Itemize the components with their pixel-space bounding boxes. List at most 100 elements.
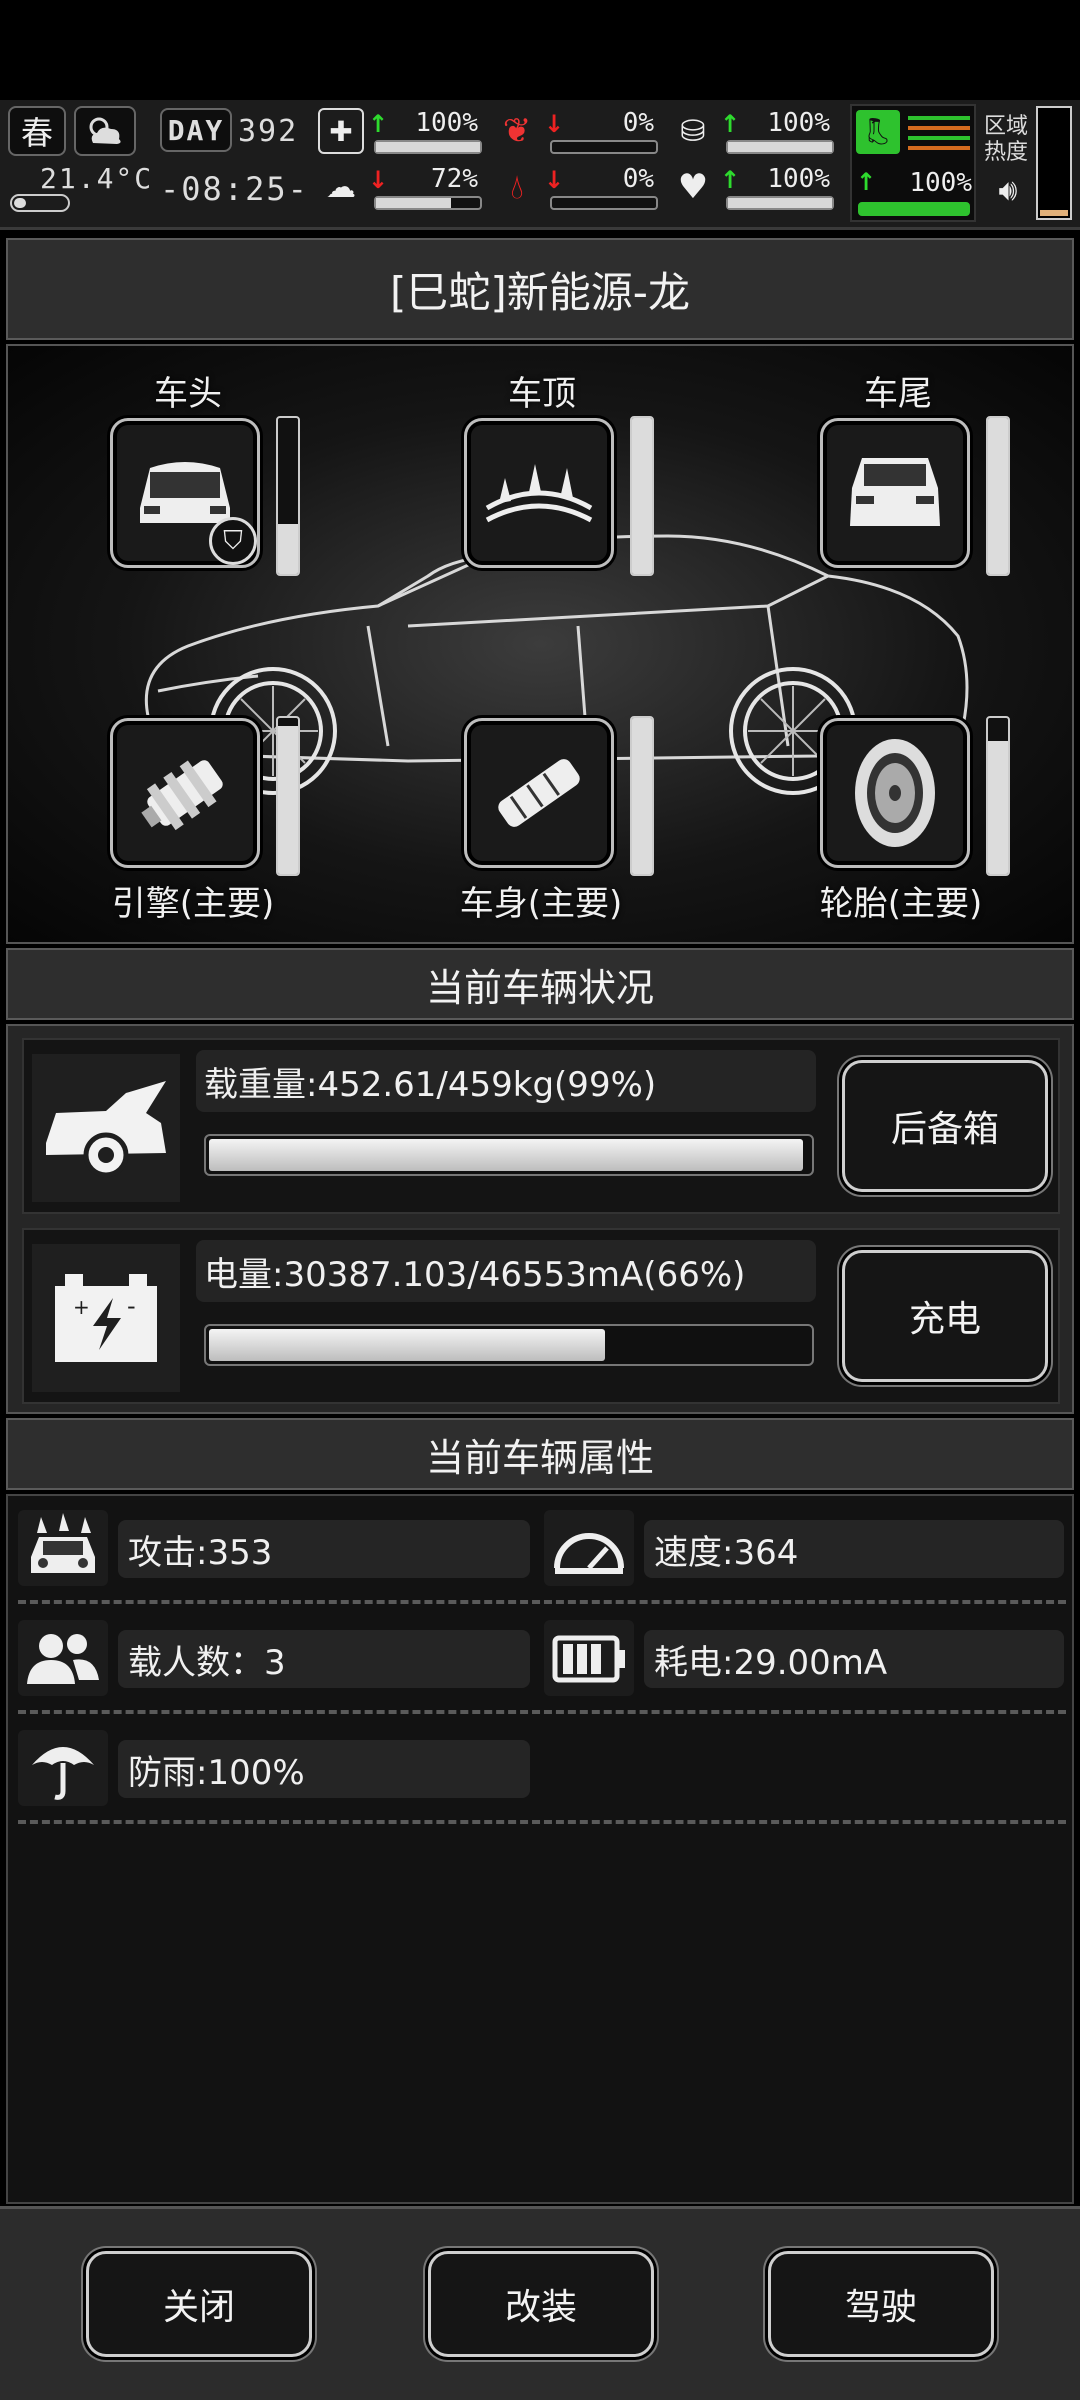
health-stat: ✚ ↑ 100% bbox=[318, 108, 488, 160]
vehicle-title: [巳蛇]新能源-龙 bbox=[390, 267, 690, 317]
divider bbox=[18, 1600, 1066, 1604]
bleeding-value: 0% bbox=[622, 164, 654, 194]
engine-icon bbox=[141, 760, 223, 831]
hunger-stat: ❦ ↓ 0% bbox=[494, 108, 664, 160]
day-counter: 392 bbox=[238, 114, 299, 149]
durability-tail bbox=[986, 416, 1010, 576]
bleeding-bar bbox=[550, 196, 658, 210]
trend-up-icon: ↑ bbox=[368, 110, 389, 138]
trend-down-icon: ↓ bbox=[544, 110, 565, 138]
attack-car-icon bbox=[18, 1510, 108, 1586]
attributes-panel: 攻击:353 速度:364 载人数：3 耗电:29.00mA 防雨:100% bbox=[6, 1494, 1074, 2204]
slot-label-tail: 车尾 bbox=[864, 374, 932, 414]
trend-down-icon: ↓ bbox=[544, 166, 565, 194]
slot-label-head: 车头 bbox=[154, 374, 222, 414]
car-rear-icon bbox=[850, 458, 940, 526]
load-row: 载重量:452.61/459kg(99%) 后备箱 bbox=[22, 1038, 1060, 1214]
car-trunk-icon bbox=[32, 1054, 180, 1202]
slot-label-engine: 引擎(主要) bbox=[111, 884, 275, 924]
roof-spikes-icon bbox=[485, 464, 593, 523]
slot-head[interactable]: ⛉ bbox=[110, 418, 260, 568]
mood-value: 100% bbox=[767, 164, 830, 194]
charge-button[interactable]: 充电 bbox=[842, 1250, 1048, 1382]
attributes-header: 当前车辆属性 bbox=[6, 1418, 1074, 1490]
slot-body[interactable] bbox=[464, 718, 614, 868]
sanity-bar bbox=[374, 196, 482, 210]
modify-button[interactable]: 改装 bbox=[428, 2251, 654, 2357]
status-header: 当前车辆状况 bbox=[6, 948, 1074, 1020]
mood-stat: ♥ ↑ 100% bbox=[670, 164, 840, 216]
health-bar bbox=[374, 140, 482, 154]
vehicle-panel: 车头 车顶 车尾 ⛉ 引擎(主要) 车身(主要) 轮胎(主要) bbox=[6, 344, 1074, 944]
speed-value: 速度:364 bbox=[644, 1520, 1064, 1578]
clock-readout: -08:25- bbox=[160, 170, 309, 208]
battery-icon: + - bbox=[32, 1244, 180, 1392]
passengers-icon bbox=[18, 1620, 108, 1696]
trend-up-icon: ↑ bbox=[720, 166, 741, 194]
temperature-readout: 21.4°C bbox=[40, 162, 154, 195]
slot-tire[interactable] bbox=[820, 718, 970, 868]
heart-icon: ♥ bbox=[677, 167, 709, 207]
mood-bar bbox=[726, 196, 834, 210]
body-armor-icon bbox=[498, 759, 580, 827]
slot-label-body: 车身(主要) bbox=[459, 884, 623, 924]
brain-icon: ☁ bbox=[326, 169, 356, 205]
blood-drop-icon: 💧︎ bbox=[510, 167, 524, 207]
passengers-value: 载人数：3 bbox=[118, 1630, 530, 1688]
sanity-stat: ☁ ↓ 72% bbox=[318, 164, 488, 216]
status-header-label: 当前车辆状况 bbox=[425, 965, 654, 1010]
health-value: 100% bbox=[415, 108, 478, 138]
power-progress bbox=[204, 1324, 814, 1366]
durability-body bbox=[630, 716, 654, 876]
stamina-stripes bbox=[908, 116, 970, 150]
load-progress bbox=[204, 1134, 814, 1176]
drive-button[interactable]: 驾驶 bbox=[768, 2251, 994, 2357]
water-bar bbox=[726, 140, 834, 154]
region-heat-gauge bbox=[1036, 106, 1072, 220]
divider bbox=[18, 1710, 1066, 1714]
consumption-value: 耗电:29.00mA bbox=[644, 1630, 1064, 1688]
rainproof-value: 防雨:100% bbox=[118, 1740, 530, 1798]
slot-label-roof: 车顶 bbox=[508, 374, 576, 414]
boot-icon: 👢︎ bbox=[856, 110, 900, 154]
sanity-value: 72% bbox=[431, 164, 478, 194]
tire-icon bbox=[855, 739, 935, 847]
thermometer-icon bbox=[10, 194, 70, 212]
stamina-bar bbox=[858, 202, 970, 216]
trunk-button[interactable]: 后备箱 bbox=[842, 1060, 1048, 1192]
medkit-icon: ✚ bbox=[318, 108, 364, 154]
stamina-panel: 👢︎ ↑ 100% bbox=[850, 104, 976, 222]
attack-value: 攻击:353 bbox=[118, 1520, 530, 1578]
bleeding-stat: 💧︎ ↓ 0% bbox=[494, 164, 664, 216]
water-stat: ⛁ ↑ 100% bbox=[670, 108, 840, 160]
trend-up-icon: ↑ bbox=[856, 168, 877, 196]
trend-up-icon: ↑ bbox=[720, 110, 741, 138]
season-label: 春 bbox=[20, 114, 53, 152]
trend-down-icon: ↓ bbox=[368, 166, 389, 194]
day-label: DAY bbox=[167, 113, 225, 147]
slot-tail[interactable] bbox=[820, 418, 970, 568]
durability-engine bbox=[276, 716, 300, 876]
battery-level-icon bbox=[544, 1620, 634, 1696]
weather-icon bbox=[74, 106, 136, 156]
shield-icon: ⛉ bbox=[209, 517, 257, 565]
slot-engine[interactable] bbox=[110, 718, 260, 868]
durability-roof bbox=[630, 416, 654, 576]
water-value: 100% bbox=[767, 108, 830, 138]
svg-text:-: - bbox=[127, 1292, 136, 1320]
slot-label-tire: 轮胎(主要) bbox=[819, 884, 983, 924]
season-box: 春 bbox=[8, 106, 66, 156]
status-panel: 载重量:452.61/459kg(99%) 后备箱 + - 电量:30387.10… bbox=[6, 1024, 1074, 1414]
durability-tire bbox=[986, 716, 1010, 876]
speaker-icon[interactable]: 🔊︎ bbox=[988, 170, 1028, 210]
region-heat-label: 区域热度 bbox=[984, 114, 1029, 165]
status-hud: 春 21.4°C DAY 392 -08:25- ✚ ↑ 100% ❦ ↓ 0%… bbox=[0, 100, 1080, 230]
footer-bar: 关闭 改装 驾驶 bbox=[0, 2206, 1080, 2400]
attributes-header-label: 当前车辆属性 bbox=[425, 1435, 654, 1480]
slot-roof[interactable] bbox=[464, 418, 614, 568]
close-button[interactable]: 关闭 bbox=[86, 2251, 312, 2357]
stamina-value: 100% bbox=[909, 168, 972, 198]
svg-text:+: + bbox=[73, 1295, 90, 1319]
stomach-icon: ❦ bbox=[502, 111, 532, 151]
water-icon: ⛁ bbox=[680, 113, 706, 149]
